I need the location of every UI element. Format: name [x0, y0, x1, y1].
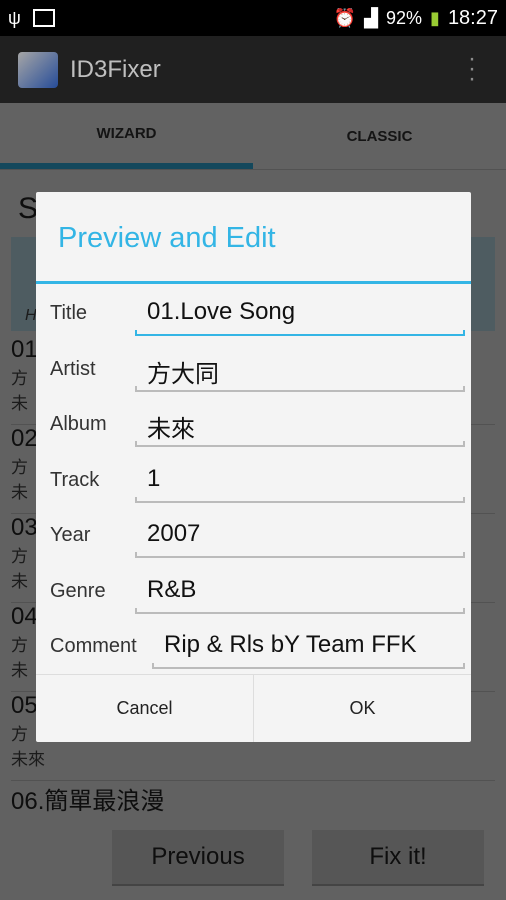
track-album: 未來 [11, 750, 45, 769]
field-year: Year 2007 [36, 512, 471, 567]
previous-button[interactable]: Previous [112, 830, 284, 886]
battery-icon: ▮ [430, 7, 440, 28]
year-input[interactable]: 2007 [135, 512, 465, 558]
app-logo-icon [18, 51, 58, 88]
preview-edit-dialog: Preview and Edit Title 01.Love Song Artis… [36, 192, 471, 742]
field-label: Artist [50, 358, 96, 380]
tab-classic[interactable]: CLASSIC [253, 103, 506, 169]
fix-it-button[interactable]: Fix it! [312, 830, 484, 886]
ok-button[interactable]: OK [253, 675, 471, 742]
usb-icon: ψ [8, 7, 21, 28]
field-label: Genre [50, 580, 106, 602]
clock: 18:27 [447, 6, 498, 29]
field-title: Title 01.Love Song [36, 290, 471, 345]
image-icon [32, 9, 55, 27]
list-item[interactable]: 06.簡單最浪漫 [11, 781, 495, 821]
battery-percent: 92% [386, 7, 423, 28]
field-label: Comment [50, 635, 137, 657]
track-input[interactable]: 1 [135, 457, 465, 503]
cancel-button[interactable]: Cancel [36, 675, 253, 742]
field-label: Track [50, 469, 100, 491]
field-genre: Genre R&B [36, 568, 471, 623]
genre-input[interactable]: R&B [135, 568, 465, 614]
alarm-icon: ⏰ [333, 7, 357, 28]
field-track: Track 1 [36, 457, 471, 512]
comment-input[interactable]: Rip & Rls bY Team FFK [152, 623, 465, 669]
tab-bar: WIZARD CLASSIC [0, 103, 506, 170]
field-label: Album [50, 413, 107, 435]
field-label: Title [50, 302, 88, 324]
signal-icon: ▟ [364, 7, 378, 28]
dialog-buttons: Cancel OK [36, 674, 471, 742]
title-input[interactable]: 01.Love Song [135, 290, 465, 336]
artist-input[interactable]: 方大同 [135, 346, 465, 392]
track-name: 06.簡單最浪漫 [11, 788, 165, 815]
tab-wizard[interactable]: WIZARD [0, 103, 253, 169]
overflow-menu-icon[interactable]: · · · [468, 47, 476, 91]
field-label: Year [50, 524, 91, 546]
step-title: S [18, 192, 39, 225]
field-comment: Comment Rip & Rls bY Team FFK [36, 623, 471, 678]
hint-text: H [25, 307, 37, 324]
action-bar: ID3Fixer · · · [0, 36, 506, 103]
app-title: ID3Fixer [70, 55, 161, 83]
field-album: Album 未來 [36, 401, 471, 456]
album-input[interactable]: 未來 [135, 401, 465, 447]
dialog-title: Preview and Edit [36, 192, 471, 284]
status-bar: ψ ⏰ ▟ 92% ▮ 18:27 [0, 0, 506, 36]
field-artist: Artist 方大同 [36, 346, 471, 401]
